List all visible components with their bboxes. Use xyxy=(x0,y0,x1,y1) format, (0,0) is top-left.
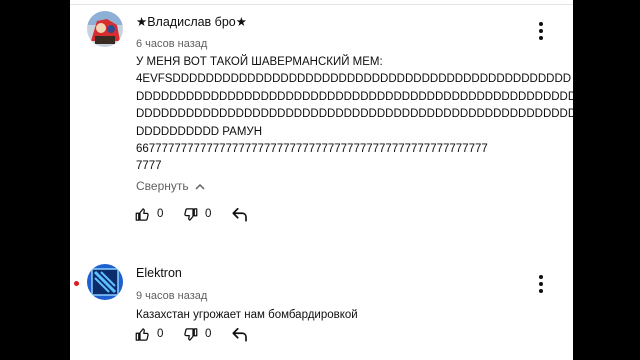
comment-text-line: DDDDDDDDDD РАМУН xyxy=(136,125,263,138)
comment-text-line: У МЕНЯ ВОТ ТАКОЙ ШАВЕРМАНСКИЙ МЕМ: xyxy=(136,56,383,68)
comment-timestamp[interactable]: 6 часов назад xyxy=(136,38,207,50)
comment-text: Казахстан угрожает нам бомбардировкой xyxy=(136,307,556,324)
like-count: 0 xyxy=(157,208,164,220)
avatar[interactable] xyxy=(87,264,123,300)
comment-text-line: Казахстан угрожает нам бомбардировкой xyxy=(136,309,358,321)
comment-text-line: 4EVFSDDDDDDDDDDDDDDDDDDDDDDDDDDDDDDDDDDD… xyxy=(136,73,572,86)
thumb-up-icon xyxy=(135,207,150,222)
comment-text-line: 7777 xyxy=(136,160,162,173)
dislike-button[interactable]: 0 xyxy=(183,327,231,342)
divider xyxy=(70,4,573,5)
thumb-down-icon xyxy=(183,327,198,342)
more-vert-icon[interactable] xyxy=(538,22,544,40)
comment-actions: 0 0 xyxy=(135,206,249,222)
collapse-label: Свернуть xyxy=(136,179,189,193)
like-button[interactable]: 0 xyxy=(135,327,183,342)
chevron-up-icon xyxy=(195,183,205,190)
reply-arrow-icon xyxy=(231,206,249,222)
collapse-button[interactable]: Свернуть xyxy=(136,179,205,193)
comment-timestamp[interactable]: 9 часов назад xyxy=(136,290,207,302)
reply-arrow-icon xyxy=(231,326,249,342)
thumb-up-icon xyxy=(135,327,150,342)
unread-indicator xyxy=(74,281,79,286)
comment-actions: 0 0 xyxy=(135,326,249,342)
comment-text-line: DDDDDDDDDDDDDDDDDDDDDDDDDDDDDDDDDDDDDDDD… xyxy=(136,90,573,103)
like-button[interactable]: 0 xyxy=(135,207,183,222)
dislike-count: 0 xyxy=(205,208,212,220)
comment-text: У МЕНЯ ВОТ ТАКОЙ ШАВЕРМАНСКИЙ МЕМ: 4EVFS… xyxy=(136,54,573,176)
reply-button[interactable] xyxy=(231,206,249,222)
dislike-button[interactable]: 0 xyxy=(183,207,231,222)
dislike-count: 0 xyxy=(205,328,212,340)
comment-text-line: DDDDDDDDDDDDDDDDDDDDDDDDDDDDDDDDDDDDDDDD… xyxy=(136,108,573,121)
like-count: 0 xyxy=(157,328,164,340)
more-vert-icon[interactable] xyxy=(538,275,544,293)
comment-author[interactable]: ★Владислав бро★ xyxy=(136,14,247,29)
reply-button[interactable] xyxy=(231,326,249,342)
thumb-down-icon xyxy=(183,207,198,222)
comment-text-line: 6677777777777777777777777777777777777777… xyxy=(136,143,488,156)
comments-panel: ★Владислав бро★ 6 часов назад У МЕНЯ ВОТ… xyxy=(70,0,573,360)
avatar[interactable] xyxy=(87,11,123,47)
comment-author[interactable]: Elektron xyxy=(136,266,182,280)
